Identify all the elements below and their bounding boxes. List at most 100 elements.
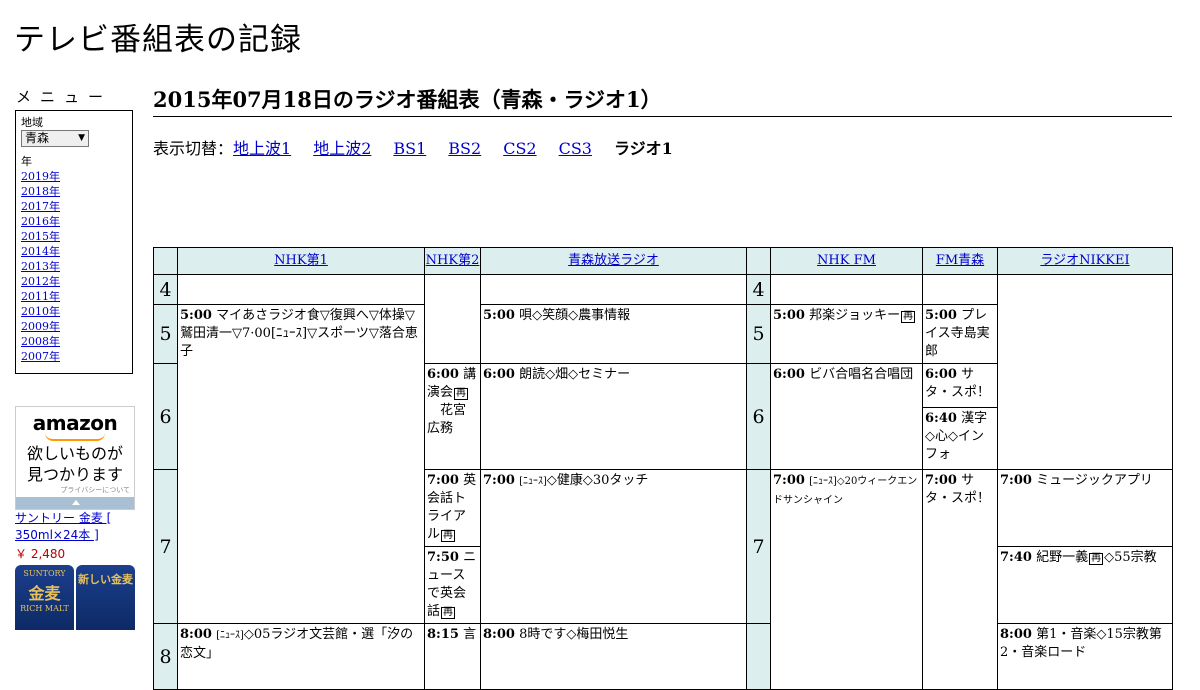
program-cell-empty [424, 274, 481, 364]
program-cell[interactable]: 5:00 プレイス寺島実郎 [922, 304, 998, 364]
channel-link-nhk2[interactable]: NHK第2 [426, 253, 480, 268]
year-link-2018[interactable]: 2018年 [21, 185, 60, 198]
program-cell[interactable]: 5:00 邦楽ジョッキー再 [770, 304, 923, 364]
year-link-2017[interactable]: 2017年 [21, 200, 60, 213]
program-time: 6:40 [925, 411, 957, 426]
program-title: マイあさラジオ食▽復興へ▽体操▽鷲田清一▽7·00[ﾆｭｰｽ]▽スポーツ▽落合恵… [180, 308, 418, 359]
year-link-2011[interactable]: 2011年 [21, 290, 60, 303]
program-cell[interactable]: 7:00 [ﾆｭｰｽ]◇20ウィークエンドサンシャイン [770, 469, 923, 690]
channel-link-nhk1[interactable]: NHK第1 [274, 253, 328, 268]
program-title: ◇健康◇30タッチ [546, 473, 649, 488]
view-switcher: 表示切替：地上波1 地上波2 BS1 BS2 CS2 CS3 ラジオ1 [153, 135, 673, 159]
program-time: 8:00 [1000, 627, 1032, 642]
rebroadcast-badge: 再 [1089, 553, 1104, 565]
program-cell[interactable]: 7:00 [ﾆｭｰｽ]◇健康◇30タッチ [480, 469, 747, 624]
ad-tagline-1: 欲しいものが [26, 444, 123, 463]
amazon-ad-banner[interactable]: amazon 欲しいものが 見つかります プライバシーについて [15, 406, 135, 510]
program-time: 7:00 [773, 473, 805, 488]
channel-link-rab[interactable]: 青森放送ラジオ [568, 253, 659, 268]
channel-link-nikkei[interactable]: ラジオNIKKEI [1040, 253, 1129, 268]
program-cell[interactable]: 8:00 第1・音楽◇15宗教第2・音楽ロード [997, 623, 1173, 690]
header-corner-2 [746, 247, 771, 275]
switch-bs2[interactable]: BS2 [448, 139, 481, 158]
program-cell[interactable]: 6:00 講演会再 花宮広務 [424, 363, 481, 470]
program-time: 6:00 [773, 367, 805, 382]
year-link-2010[interactable]: 2010年 [21, 305, 60, 318]
program-cell[interactable]: 7:00 英会話トライアル再 [424, 469, 481, 547]
chevron-down-icon: ▼ [78, 133, 85, 143]
ad-product-link[interactable]: サントリー 金麦 [ 350ml×24本 ] [15, 510, 137, 544]
switch-chijo2[interactable]: 地上波2 [313, 139, 371, 158]
year-link-2009[interactable]: 2009年 [21, 320, 60, 333]
ad-collapse-bar[interactable] [16, 497, 134, 509]
program-cell-empty [177, 274, 425, 305]
program-cell[interactable]: 6:40 漢字◇心◇インフォ [922, 407, 998, 470]
hour-cell [746, 623, 771, 690]
program-time: 5:00 [180, 308, 212, 323]
program-title: 紀野一義 [1036, 550, 1089, 565]
hour-cell: 7 [153, 469, 178, 624]
channel-header-nhk2: NHK第2 [424, 247, 481, 275]
program-time: 7:00 [1000, 473, 1032, 488]
beer-can-left: SUNTORY 金麦 RICH MALT [15, 565, 74, 630]
year-link-2014[interactable]: 2014年 [21, 245, 60, 258]
rebroadcast-badge: 再 [901, 311, 916, 323]
program-title: ビバ合唱名合唱団 [809, 367, 914, 382]
ad-privacy-link[interactable]: プライバシーについて [16, 485, 134, 495]
program-cell[interactable]: 7:40 紀野一義再 ◇55宗教 [997, 546, 1173, 624]
program-cell[interactable]: 7:00 ミュージックアプリ [997, 469, 1173, 547]
switch-chijo1[interactable]: 地上波1 [233, 139, 291, 158]
program-cell-empty [770, 274, 923, 305]
can-left-name: 金麦 [28, 584, 61, 603]
program-cell[interactable]: 6:00 サタ・スポ！ [922, 363, 998, 408]
program-title: 邦楽ジョッキー [809, 308, 901, 323]
program-time: 8:00 [180, 627, 212, 642]
hour-cell: 8 [153, 623, 178, 690]
year-list: 2019年 2018年 2017年 2016年 2015年 2014年 2013… [21, 169, 127, 364]
year-link-2008[interactable]: 2008年 [21, 335, 60, 348]
year-link-2019[interactable]: 2019年 [21, 170, 60, 183]
program-title: 唄◇笑顔◇農事情報 [519, 308, 631, 323]
hour-cell: 5 [746, 304, 771, 364]
program-cell[interactable]: 8:00 8時です◇梅田悦生 [480, 623, 747, 690]
switch-bs1[interactable]: BS1 [393, 139, 426, 158]
program-time: 5:00 [925, 308, 957, 323]
year-link-2015[interactable]: 2015年 [21, 230, 60, 243]
program-cell[interactable]: 7:50 ニュースで英会話再 [424, 546, 481, 624]
switch-cs3[interactable]: CS3 [559, 139, 592, 158]
hour-cell: 5 [153, 304, 178, 364]
program-cell[interactable]: 8:15 言 [424, 623, 481, 690]
news-tag: [ﾆｭｰｽ] [519, 476, 547, 487]
ad-product-image[interactable]: SUNTORY 金麦 RICH MALT 新しい金麦 [15, 565, 135, 630]
switch-cs2[interactable]: CS2 [503, 139, 536, 158]
year-link-2007[interactable]: 2007年 [21, 350, 60, 363]
program-cell[interactable]: 6:00 ビバ合唱名合唱団 [770, 363, 923, 470]
program-time: 5:00 [483, 308, 515, 323]
channel-link-fmaomori[interactable]: FM青森 [936, 253, 984, 268]
year-link-2013[interactable]: 2013年 [21, 260, 60, 273]
region-select[interactable]: 青森 ▼ [21, 130, 89, 147]
hour-cell: 7 [746, 469, 771, 624]
program-cell[interactable]: 7:00 サタ・スポ！ [922, 469, 998, 690]
program-time: 7:50 [427, 550, 459, 565]
program-title: 朗読◇畑◇セミナー [519, 367, 631, 382]
program-title: ミュージックアプリ [1036, 473, 1153, 488]
year-link-2016[interactable]: 2016年 [21, 215, 60, 228]
program-cell[interactable]: 5:00 マイあさラジオ食▽復興へ▽体操▽鷲田清一▽7·00[ﾆｭｰｽ]▽スポー… [177, 304, 425, 624]
program-cell[interactable]: 6:00 朗読◇畑◇セミナー [480, 363, 747, 470]
channel-header-fmaomori: FM青森 [922, 247, 998, 275]
program-time: 6:00 [427, 367, 459, 382]
rebroadcast-badge: 再 [454, 388, 469, 400]
ad-price: ￥ 2,480 [15, 547, 66, 561]
can-brand: SUNTORY [23, 569, 66, 578]
program-title: ◇05ラジオ文芸館・選「汐の恋文」 [180, 627, 414, 661]
can-right-name: 新しい金麦 [78, 573, 133, 586]
hour-cell: 4 [153, 274, 178, 305]
channel-link-nhkfm[interactable]: NHK FM [817, 253, 876, 268]
region-label: 地域 [21, 116, 43, 129]
program-cell[interactable]: 8:00 [ﾆｭｰｽ]◇05ラジオ文芸館・選「汐の恋文」 [177, 623, 425, 690]
program-title: 言 [463, 627, 477, 642]
program-cell[interactable]: 5:00 唄◇笑顔◇農事情報 [480, 304, 747, 364]
year-link-2012[interactable]: 2012年 [21, 275, 60, 288]
can-left-sub: RICH MALT [20, 604, 69, 613]
